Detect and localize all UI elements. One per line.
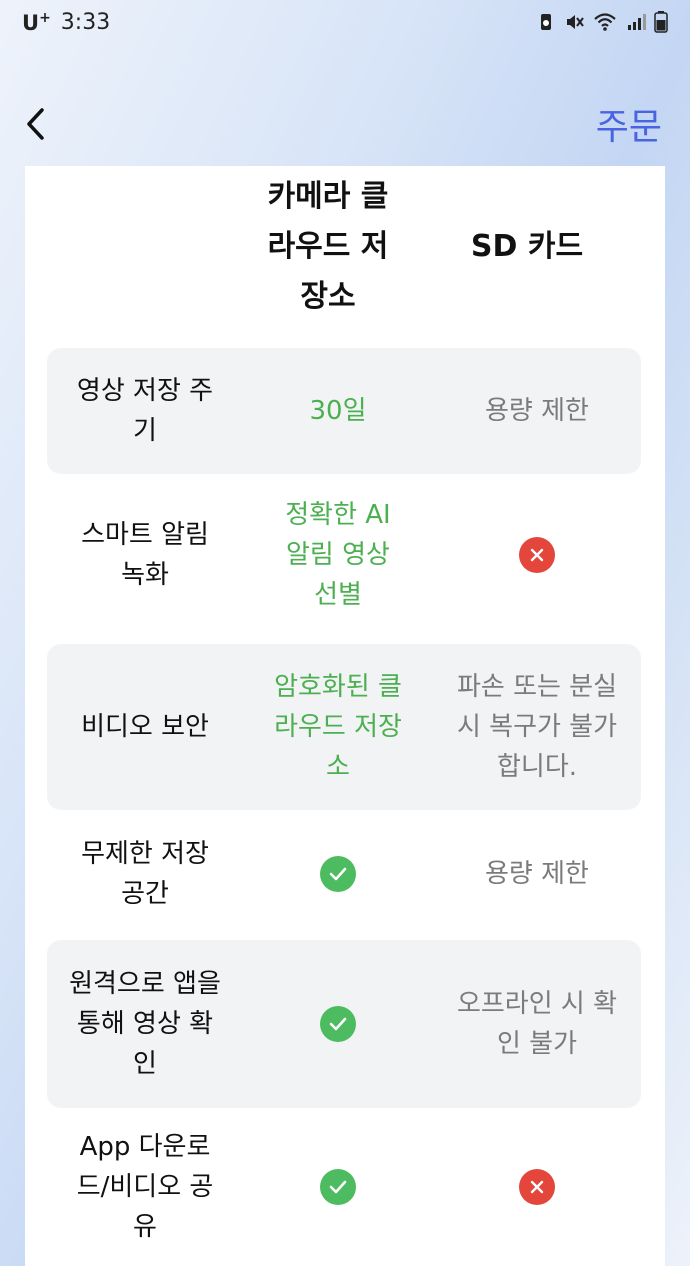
feature-cell: 비디오 보안 (81, 712, 209, 742)
cloud-cell (243, 940, 433, 1108)
sd-cell: 용량 제한 (485, 859, 589, 889)
feature-cell: App 다운로 드/비디오 공유 (76, 1132, 214, 1242)
status-icons (536, 11, 668, 33)
header-sd-card: SD 카드 (470, 229, 584, 264)
feature-cell: 원격으로 앱을 통해 영상 확인 (69, 969, 221, 1079)
carrier-label: U+ (22, 9, 51, 35)
status-left: U+ 3:33 (22, 10, 110, 35)
check-icon (320, 856, 356, 892)
cross-icon (519, 1169, 555, 1205)
order-button[interactable]: 주문 (596, 98, 662, 150)
table-row: 원격으로 앱을 통해 영상 확인 오프라인 시 확인 불가 (47, 940, 641, 1108)
cloud-cell: 30일 (309, 396, 367, 426)
cloud-cell: 정확한 AI 알림 영상 선별 (285, 500, 391, 610)
table-row: 비디오 보안 암호화된 클 라우드 저장 소 파손 또는 분실 시 복구가 불가 합니다… (47, 644, 641, 810)
wifi-icon (594, 13, 616, 31)
sd-cell: 용량 제한 (485, 396, 589, 426)
signal-icon (628, 14, 646, 30)
status-bar: U+ 3:33 (0, 0, 690, 44)
table-row: 무제한 저장 공간 용량 제한 (47, 822, 641, 926)
battery-saver-icon (541, 14, 551, 30)
feature-cell: 스마트 알림 녹화 (81, 520, 209, 590)
back-icon[interactable] (24, 104, 54, 144)
check-icon (320, 1006, 356, 1042)
sd-cell: 오프라인 시 확인 불가 (456, 989, 618, 1059)
comparison-card: 카메라 클 라우드 저 장소 SD 카드 영상 저장 주기 30일 용량 제한 … (25, 166, 665, 1266)
table-row: 영상 저장 주기 30일 용량 제한 (47, 348, 641, 474)
cloud-cell (243, 822, 433, 926)
sd-cell (433, 1124, 641, 1250)
sd-cell (433, 484, 641, 626)
feature-cell: 영상 저장 주기 (76, 376, 214, 446)
table-row: App 다운로 드/비디오 공유 (47, 1124, 641, 1250)
feature-cell: 무제한 저장 공간 (81, 839, 209, 909)
table-header: 카메라 클 라우드 저 장소 SD 카드 (25, 166, 665, 336)
cross-icon (519, 537, 555, 573)
table-row: 스마트 알림 녹화 정확한 AI 알림 영상 선별 (47, 484, 641, 626)
nav-bar: 주문 (0, 92, 690, 156)
cloud-cell (243, 1124, 433, 1250)
mute-icon (567, 15, 584, 29)
cloud-cell: 암호화된 클 라우드 저장 소 (274, 672, 402, 782)
clock: 3:33 (60, 9, 111, 35)
header-cloud-storage: 카메라 클 라우드 저 장소 (267, 179, 389, 314)
battery-icon (654, 11, 668, 33)
check-icon (320, 1169, 356, 1205)
sd-cell: 파손 또는 분실 시 복구가 불가 합니다. (456, 672, 618, 782)
